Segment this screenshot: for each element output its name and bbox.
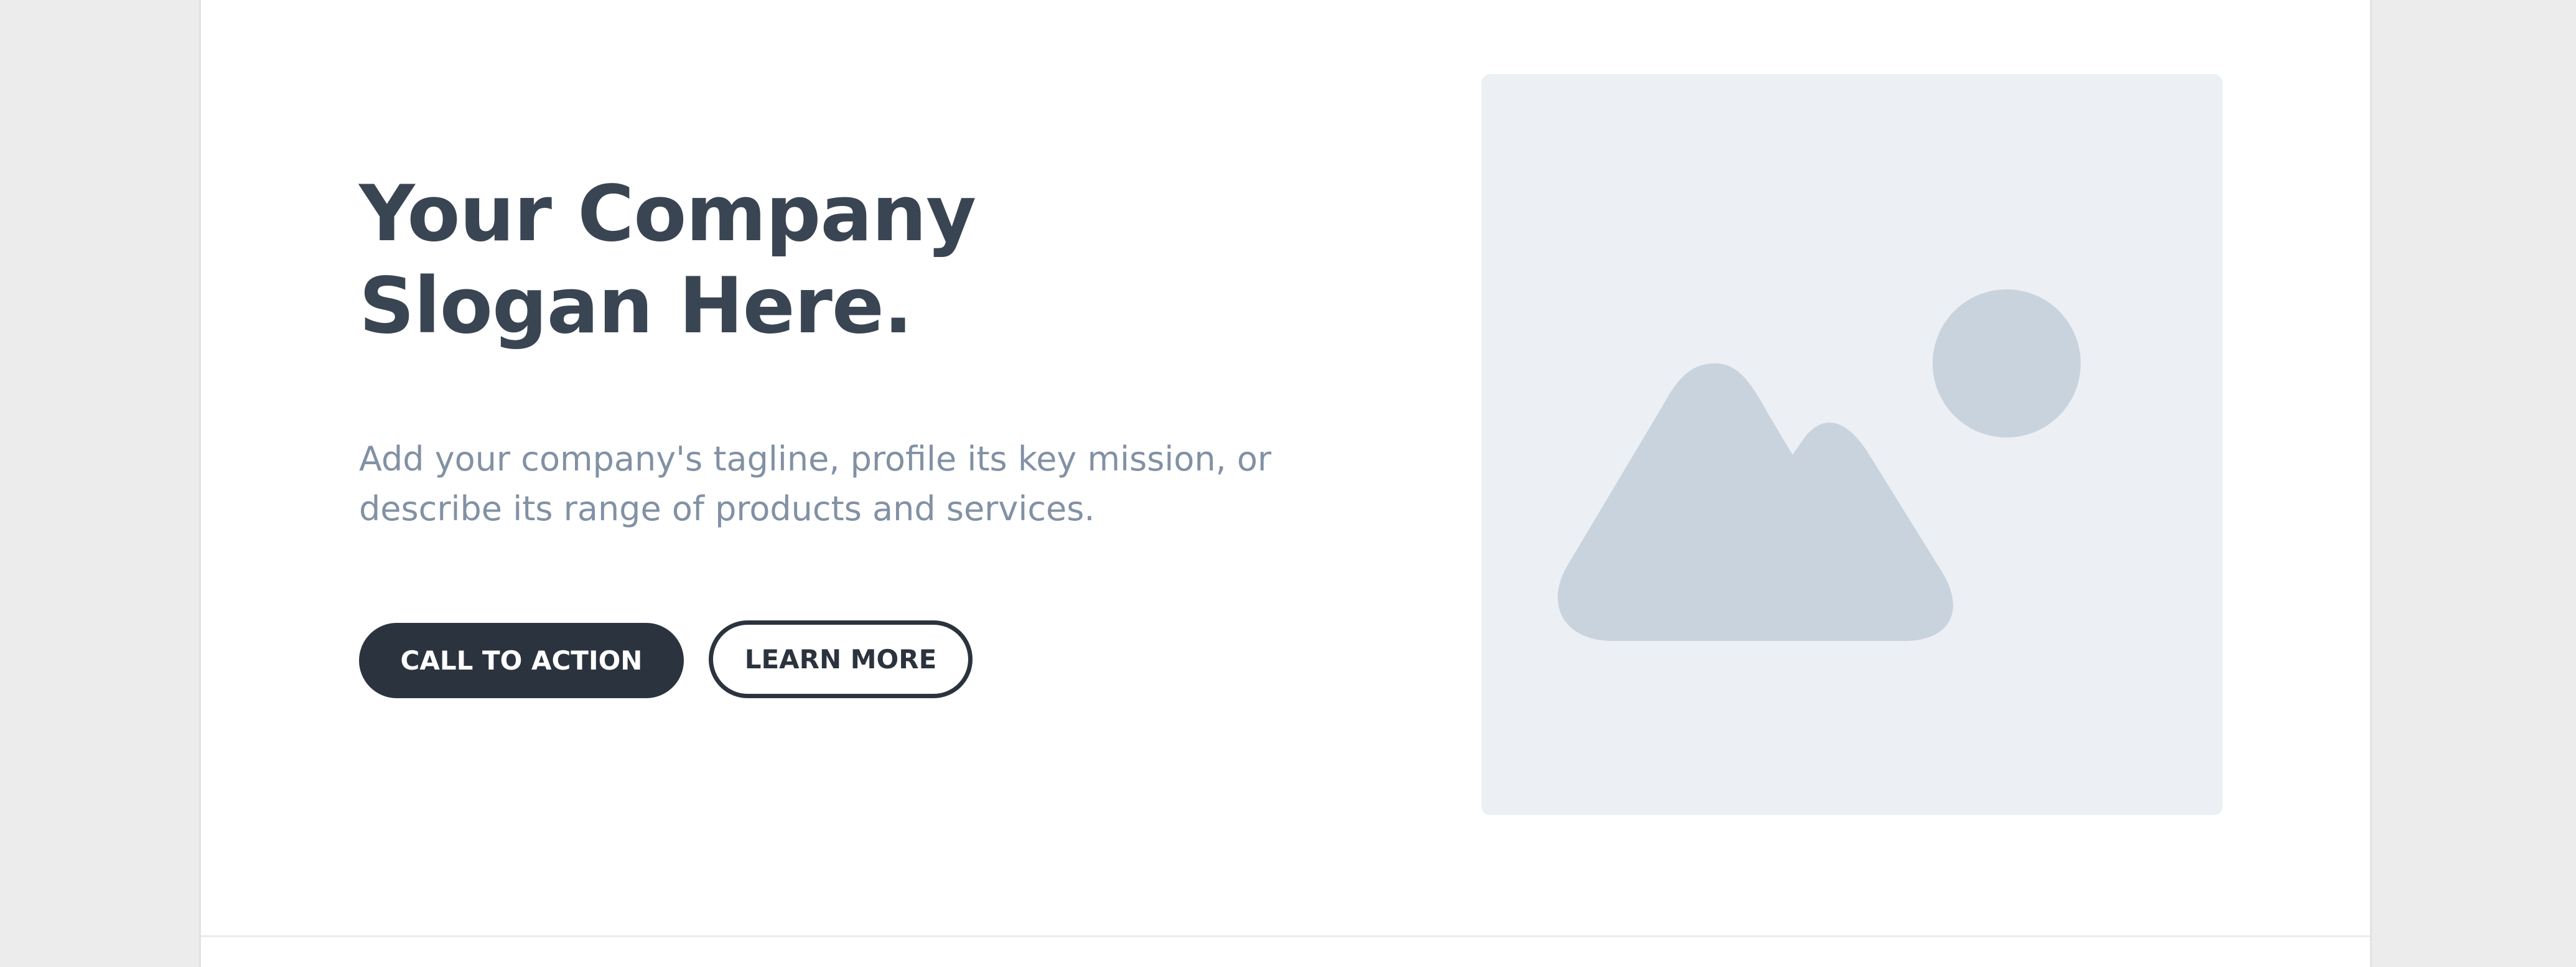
hero-heading-line-1: Your Company bbox=[359, 169, 976, 259]
hero-heading: Your Company Slogan Here. bbox=[359, 168, 976, 352]
mountains-shape bbox=[1557, 363, 1953, 641]
learn-more-button[interactable]: LEARN MORE bbox=[709, 620, 973, 698]
hero-image-placeholder bbox=[1482, 74, 2223, 815]
hero-section: Your Company Slogan Here. Add your compa… bbox=[199, 0, 2372, 967]
hero-tagline: Add your company's tagline, profile its … bbox=[359, 434, 1292, 534]
section-divider bbox=[201, 935, 2370, 937]
hero-heading-line-2: Slogan Here. bbox=[359, 261, 913, 351]
hero-tagline-line-1: Add your company's tagline, profile its … bbox=[359, 439, 1272, 479]
sun-shape bbox=[1933, 289, 2081, 437]
image-icon bbox=[1557, 289, 2081, 641]
hero-tagline-line-2: describe its range of products and servi… bbox=[359, 489, 1095, 528]
call-to-action-button[interactable]: CALL TO ACTION bbox=[359, 623, 684, 698]
